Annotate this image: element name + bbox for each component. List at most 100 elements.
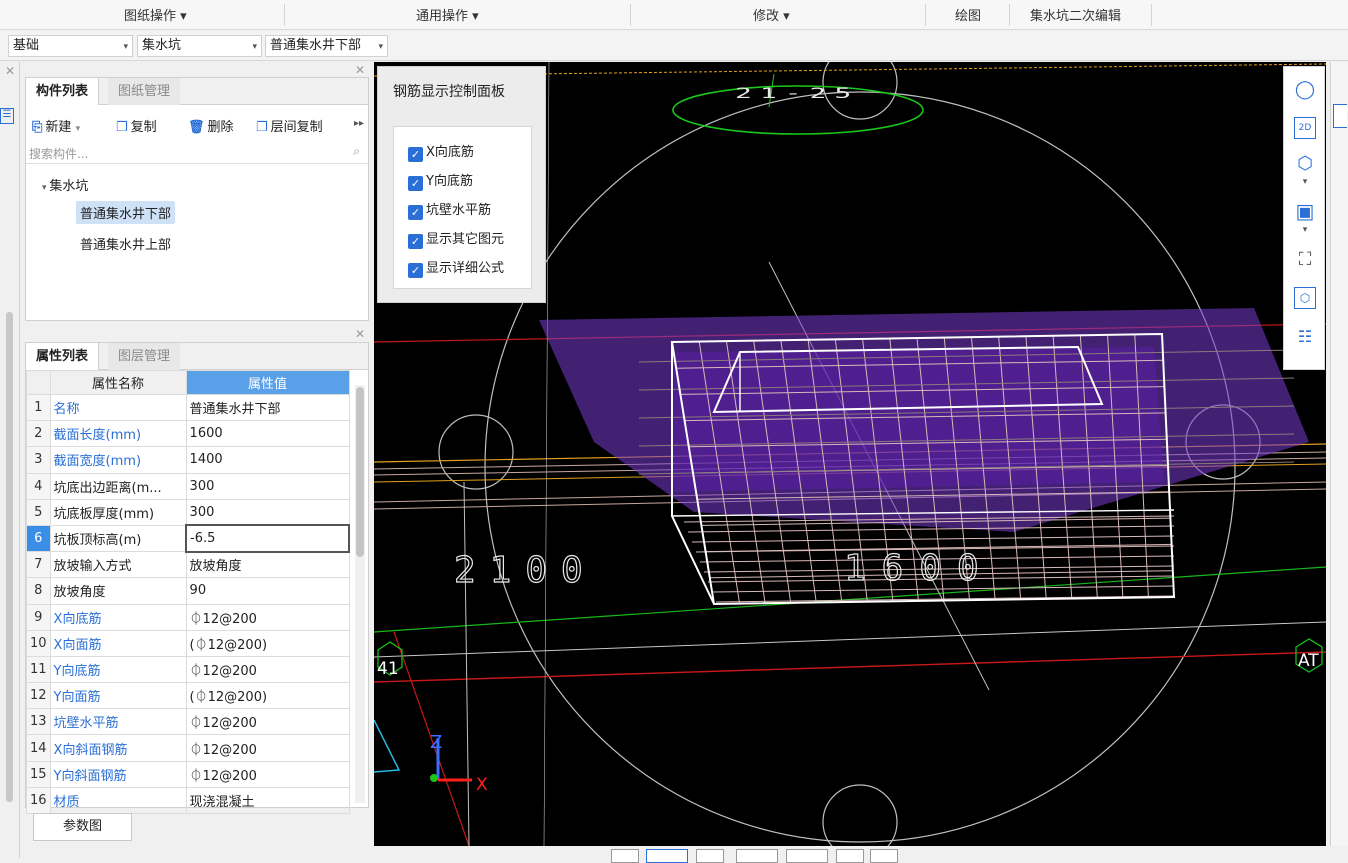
col-value-header: 属性值 xyxy=(185,370,350,395)
property-name: Y向斜面钢筋 xyxy=(49,760,187,788)
property-row[interactable]: 2 截面长度(mm) 1600 xyxy=(26,420,350,448)
property-row[interactable]: 5 坑底板厚度(mm) 300 xyxy=(26,498,350,526)
ribbon-drawing-ops[interactable]: 图纸操作 ▾ xyxy=(124,5,187,24)
property-scrollbar[interactable] xyxy=(355,385,365,803)
property-row[interactable]: 7 放坡输入方式 放坡角度 xyxy=(26,551,350,579)
scrollbar[interactable] xyxy=(6,312,13,802)
ribbon-general-ops[interactable]: 通用操作 ▾ xyxy=(416,5,479,24)
property-row[interactable]: 3 截面宽度(mm) 1400 xyxy=(26,446,350,474)
property-row[interactable]: 9 X向底筋 ⏀12@200 xyxy=(26,603,350,631)
property-name: X向面筋 xyxy=(49,629,187,657)
property-value[interactable]: ⏀12@200 xyxy=(185,603,350,631)
property-value[interactable]: 300 xyxy=(185,498,350,526)
3d-cube-icon[interactable]: ⬡ xyxy=(1294,153,1316,175)
floor-select[interactable]: 基础 ▾ xyxy=(8,35,133,57)
property-row[interactable]: 15 Y向斜面钢筋 ⏀12@200 xyxy=(26,760,350,788)
local-view-icon[interactable]: ⬡ xyxy=(1294,287,1316,309)
checkbox-x-bottom[interactable]: ✓ X向底筋 xyxy=(408,141,474,162)
property-row[interactable]: 13 坑壁水平筋 ⏀12@200 xyxy=(26,708,350,736)
property-row[interactable]: 10 X向面筋 (⏀12@200) xyxy=(26,629,350,657)
toolbar-button[interactable] xyxy=(736,849,778,863)
property-value[interactable]: 现浇混凝土 xyxy=(185,786,350,815)
property-value[interactable]: -6.5 xyxy=(185,524,350,553)
close-icon[interactable]: ✕ xyxy=(355,63,365,77)
property-row[interactable]: 16 材质 现浇混凝土 xyxy=(26,786,350,815)
property-value[interactable]: ⏀12@200 xyxy=(185,760,350,788)
property-value[interactable]: 1400 xyxy=(185,446,350,474)
checkbox-show-formula[interactable]: ✓ 显示详细公式 xyxy=(408,257,504,278)
checkbox-wall-horizontal[interactable]: ✓ 坑壁水平筋 xyxy=(408,199,491,220)
toolbar-button[interactable] xyxy=(786,849,828,863)
property-value[interactable]: ⏀12@200 xyxy=(185,655,350,684)
type-select[interactable]: 集水坑 ▾ xyxy=(137,35,262,57)
new-button[interactable]: ⎘ 新建 ▾ xyxy=(32,116,80,135)
ribbon-modify[interactable]: 修改 ▾ xyxy=(753,5,790,24)
tab-property-list[interactable]: 属性列表 xyxy=(26,343,100,370)
orbit-icon[interactable]: ◯ xyxy=(1294,79,1316,101)
property-row[interactable]: 8 放坡角度 90 xyxy=(26,577,350,605)
row-number: 15 xyxy=(26,760,51,788)
properties-view-icon[interactable]: ☷ xyxy=(1294,327,1316,349)
solid-cube-icon[interactable]: ▣ xyxy=(1294,199,1316,223)
toolbar-button[interactable] xyxy=(646,849,688,863)
component-list-panel: 构件列表 图纸管理 ⎘ 新建 ▾ ❐ 复制 🗑 删除 ❐ 层间复制 ▸▸ 搜索构件...… xyxy=(25,77,369,321)
property-name: 坑底板厚度(mm) xyxy=(49,498,187,526)
property-row[interactable]: 4 坑底出边距离(m... 300 xyxy=(26,472,350,500)
ribbon-sump-edit[interactable]: 集水坑二次编辑 xyxy=(1030,5,1121,24)
more-icon[interactable]: ▸▸ xyxy=(354,118,364,129)
list-icon[interactable]: ☰ xyxy=(0,108,14,124)
row-number: 8 xyxy=(26,577,51,605)
chevron-down-icon: ▾ xyxy=(378,42,383,52)
property-name: Y向底筋 xyxy=(49,655,187,684)
side-tab[interactable] xyxy=(1333,104,1347,128)
property-value[interactable]: 1600 xyxy=(185,420,350,448)
component-select[interactable]: 普通集水井下部 ▾ xyxy=(265,35,388,57)
property-value[interactable]: (⏀12@200) xyxy=(185,629,350,657)
property-value[interactable]: (⏀12@200) xyxy=(185,682,350,710)
search-input[interactable]: 搜索构件... ⌕ xyxy=(26,142,368,164)
property-row[interactable]: 11 Y向底筋 ⏀12@200 xyxy=(26,655,350,684)
copy-button[interactable]: ❐ 复制 xyxy=(116,116,157,135)
toolbar-button[interactable] xyxy=(696,849,724,863)
property-table: 属性名称 属性值 1 名称 普通集水井下部 2 截面长度(mm) 1600 3 截面宽度(mm)… xyxy=(26,370,350,815)
close-icon[interactable]: ✕ xyxy=(355,327,365,341)
property-name: 材质 xyxy=(49,786,187,815)
tree-item-lower[interactable]: 普通集水井下部 xyxy=(76,201,176,224)
tab-component-list[interactable]: 构件列表 xyxy=(26,78,100,105)
property-value[interactable]: ⏀12@200 xyxy=(185,708,350,736)
checkbox-y-bottom[interactable]: ✓ Y向底筋 xyxy=(408,170,473,191)
dimension-1600: 1600 xyxy=(844,548,995,589)
floor-copy-button[interactable]: ❐ 层间复制 xyxy=(256,116,323,135)
toolbar-button[interactable] xyxy=(836,849,864,863)
tree-item-upper[interactable]: 普通集水井上部 xyxy=(80,234,171,253)
tab-layer-management[interactable]: 图层管理 xyxy=(108,343,181,370)
toolbar-button[interactable] xyxy=(870,849,898,863)
checkbox-show-other[interactable]: ✓ 显示其它图元 xyxy=(408,228,504,249)
property-value[interactable]: 300 xyxy=(185,472,350,500)
delete-button[interactable]: 🗑 删除 xyxy=(188,116,234,135)
close-icon[interactable]: ✕ xyxy=(5,64,15,78)
property-value[interactable]: 普通集水井下部 xyxy=(185,393,350,422)
property-value[interactable]: ⏀12@200 xyxy=(185,734,350,762)
property-value[interactable]: 放坡角度 xyxy=(185,551,350,579)
param-diagram-button[interactable]: 参数图 xyxy=(33,813,132,841)
property-row[interactable]: 12 Y向面筋 (⏀12@200) xyxy=(26,682,350,710)
ribbon-draw[interactable]: 绘图 xyxy=(955,5,981,24)
toolbar-button[interactable] xyxy=(611,849,639,863)
row-number: 2 xyxy=(26,420,51,448)
fullscreen-icon[interactable]: ⛶ xyxy=(1294,249,1316,271)
trash-icon: 🗑 xyxy=(188,120,205,135)
property-row[interactable]: 1 名称 普通集水井下部 xyxy=(26,393,350,422)
property-name: 坑壁水平筋 xyxy=(49,708,187,736)
view-2d-button[interactable]: 2D xyxy=(1294,117,1316,139)
rebar-display-control-panel: 钢筋显示控制面板 ✓ X向底筋 ✓ Y向底筋 ✓ 坑壁水平筋 ✓ 显示其它图元 ✓ 显示详… xyxy=(377,66,546,303)
tree-root-sump[interactable]: ▾ 集水坑 xyxy=(42,175,88,194)
property-name: 截面长度(mm) xyxy=(49,420,187,448)
property-list-panel: 属性列表 图层管理 属性名称 属性值 1 名称 普通集水井下部 2 截面长度(mm) 160… xyxy=(25,342,369,815)
tab-drawing-management[interactable]: 图纸管理 xyxy=(108,78,181,105)
property-row[interactable]: 14 X向斜面钢筋 ⏀12@200 xyxy=(26,734,350,762)
chevron-down-icon[interactable]: ▾ xyxy=(1294,177,1316,199)
chevron-down-icon[interactable]: ▾ xyxy=(1294,225,1316,247)
property-row[interactable]: 6 坑板顶标高(m) -6.5 xyxy=(26,524,350,553)
property-value[interactable]: 90 xyxy=(185,577,350,605)
